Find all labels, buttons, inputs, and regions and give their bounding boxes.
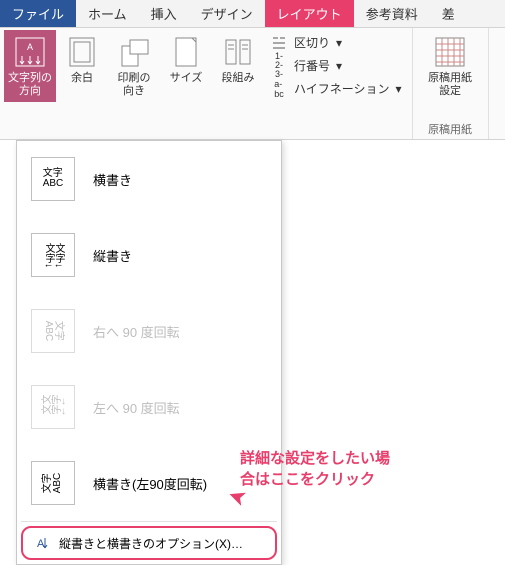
tab-home[interactable]: ホーム bbox=[76, 0, 139, 27]
tab-insert[interactable]: 挿入 bbox=[139, 0, 189, 27]
callout-line1: 詳細な設定をしたい場 bbox=[240, 448, 390, 469]
thumb-vertical-icon: 文字↓文字↓ bbox=[31, 233, 75, 277]
menu-horizontal-label: 横書き bbox=[93, 170, 132, 189]
breaks-label: 区切り bbox=[294, 34, 330, 51]
menu-rotate-left-label: 左へ 90 度回転 bbox=[93, 398, 180, 417]
manuscript-button[interactable]: 原稿用紙設定 bbox=[415, 30, 485, 102]
tab-strip: ファイル ホーム 挿入 デザイン レイアウト 参考資料 差 bbox=[0, 0, 505, 28]
menu-vertical-label: 縦書き bbox=[93, 246, 132, 265]
menu-vertical[interactable]: 文字↓文字↓ 縦書き bbox=[17, 217, 281, 293]
columns-label: 段組み bbox=[222, 72, 255, 85]
menu-rotate-right: 文字ABC 右へ 90 度回転 bbox=[17, 293, 281, 369]
orientation-button[interactable]: 印刷の向き bbox=[108, 30, 160, 102]
menu-rotate-right-label: 右へ 90 度回転 bbox=[93, 322, 180, 341]
menu-options-label: 縦書きと横書きのオプション(X)… bbox=[59, 535, 243, 552]
chevron-down-icon: ▾ bbox=[336, 36, 342, 50]
line-numbers-button[interactable]: 1-2-3- 行番号 ▾ bbox=[270, 57, 402, 74]
line-numbers-icon: 1-2-3- bbox=[270, 59, 288, 73]
thumb-horizontal-l90-icon: 文字ABC bbox=[31, 461, 75, 505]
menu-rotate-left: 文字↓文字↓ 左へ 90 度回転 bbox=[17, 369, 281, 445]
menu-horizontal-l90-label: 横書き(左90度回転) bbox=[93, 474, 207, 493]
menu-separator bbox=[21, 521, 277, 522]
tab-reference[interactable]: 参考資料 bbox=[354, 0, 430, 27]
ribbon: A 文字列の方向 余白 印刷の向き サイズ 段組み bbox=[0, 28, 505, 140]
hyphenation-button[interactable]: a-bc ハイフネーション ▾ bbox=[270, 80, 402, 97]
margins-icon bbox=[64, 34, 100, 70]
text-direction-label: 文字列の方向 bbox=[8, 72, 52, 98]
manuscript-label: 原稿用紙設定 bbox=[428, 72, 472, 98]
breaks-button[interactable]: 区切り ▾ bbox=[270, 34, 402, 51]
text-direction-icon: A bbox=[12, 34, 48, 70]
options-icon: A bbox=[33, 534, 51, 552]
columns-icon bbox=[220, 34, 256, 70]
group-page-setup: A 文字列の方向 余白 印刷の向き サイズ 段組み bbox=[0, 28, 413, 139]
thumb-rotate-left-icon: 文字↓文字↓ bbox=[31, 385, 75, 429]
menu-horizontal[interactable]: 文字ABC 横書き bbox=[17, 141, 281, 217]
page-setup-mini: 区切り ▾ 1-2-3- 行番号 ▾ a-bc ハイフネーション ▾ bbox=[264, 30, 408, 101]
orientation-label: 印刷の向き bbox=[118, 72, 151, 98]
breaks-icon bbox=[270, 36, 288, 50]
tab-layout[interactable]: レイアウト bbox=[265, 0, 354, 27]
chevron-down-icon: ▾ bbox=[396, 82, 402, 96]
line-numbers-label: 行番号 bbox=[294, 57, 330, 74]
callout-line2: 合はここをクリック bbox=[240, 469, 390, 490]
size-button[interactable]: サイズ bbox=[160, 30, 212, 89]
svg-text:A: A bbox=[37, 538, 45, 550]
thumb-horizontal-icon: 文字ABC bbox=[31, 157, 75, 201]
hyphenation-icon: a-bc bbox=[270, 82, 288, 96]
size-label: サイズ bbox=[170, 72, 203, 85]
size-icon bbox=[168, 34, 204, 70]
thumb-rotate-right-icon: 文字ABC bbox=[31, 309, 75, 353]
orientation-icon bbox=[116, 34, 152, 70]
manuscript-group-label: 原稿用紙 bbox=[413, 121, 488, 137]
chevron-down-icon: ▾ bbox=[336, 59, 342, 73]
tab-file[interactable]: ファイル bbox=[0, 0, 76, 27]
margins-button[interactable]: 余白 bbox=[56, 30, 108, 89]
text-direction-button[interactable]: A 文字列の方向 bbox=[4, 30, 56, 102]
hyphenation-label: ハイフネーション bbox=[294, 80, 390, 97]
margins-label: 余白 bbox=[71, 72, 93, 85]
group-manuscript: 原稿用紙設定 原稿用紙 bbox=[413, 28, 489, 139]
tab-mail[interactable]: 差 bbox=[430, 0, 467, 27]
columns-button[interactable]: 段組み bbox=[212, 30, 264, 89]
manuscript-icon bbox=[432, 34, 468, 70]
tab-design[interactable]: デザイン bbox=[189, 0, 265, 27]
annotation-callout: 詳細な設定をしたい場 合はここをクリック bbox=[240, 448, 390, 490]
svg-text:A: A bbox=[27, 42, 33, 52]
